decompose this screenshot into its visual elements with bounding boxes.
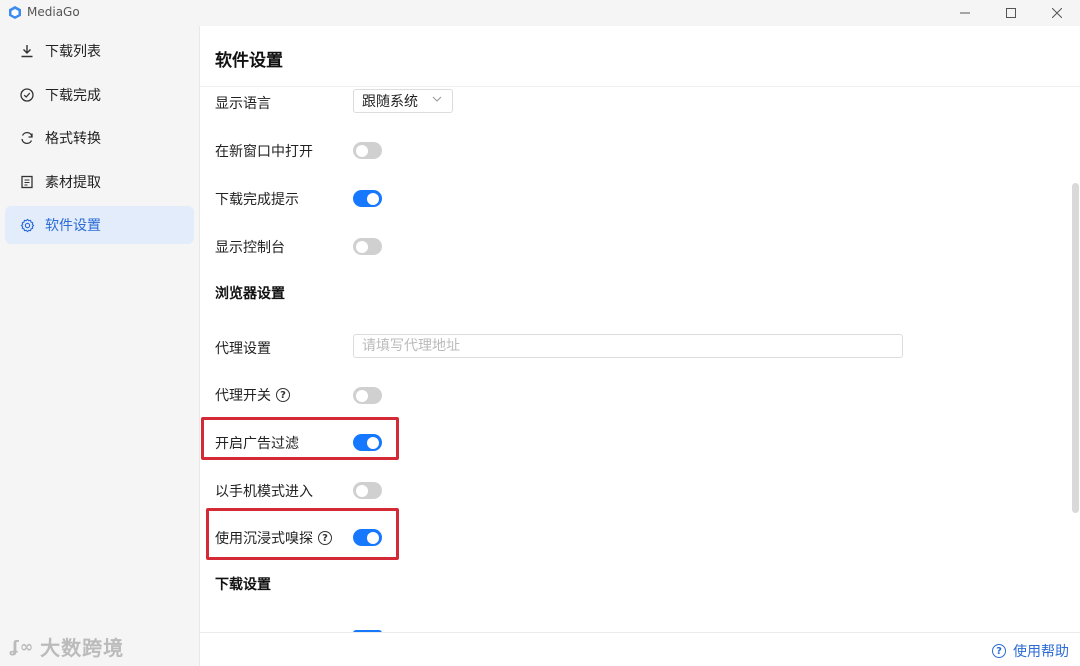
proxy-switch-label: 代理开关 [215,388,271,404]
app-title: MediaGo [27,5,80,19]
watermark-text: 大数跨境 [40,636,125,660]
title-divider [200,86,1080,87]
proxy-input[interactable] [353,334,903,358]
show-console-label: 显示控制台 [215,240,285,256]
question-circle-icon: ? [992,644,1006,658]
help-link[interactable]: ? 使用帮助 [992,641,1069,661]
settings-panel: 软件设置 显示语言 跟随系统 在新窗口中打开 下载完成提示 显示控制台 浏览器设… [199,26,1080,666]
immersive-sniff-label: 使用沉浸式嗅探 [215,531,313,547]
sidebar-item-download-complete[interactable]: 下载完成 [5,76,194,114]
mobile-mode-toggle[interactable] [353,482,382,499]
check-circle-icon [19,87,35,103]
language-select-value: 跟随系统 [362,94,418,110]
ad-filter-label: 开启广告过滤 [215,436,299,452]
title-bar: MediaGo [0,0,1080,26]
watermark-logo-icon: ʆ∞ [10,637,35,656]
refresh-icon [19,130,35,146]
close-button[interactable] [1034,0,1080,26]
sidebar-item-download-list[interactable]: 下载列表 [5,32,194,70]
proxy-switch-toggle[interactable] [353,387,382,404]
watermark: ʆ∞ 大数跨境 [10,632,124,661]
proxy-switch-label-row: 代理开关 ? [215,385,290,405]
minimize-icon [960,12,970,14]
download-complete-notice-label: 下载完成提示 [215,192,299,208]
maximize-button[interactable] [988,0,1034,26]
document-icon [19,174,35,190]
app-logo-icon [9,6,21,19]
download-settings-heading: 下载设置 [215,577,271,593]
ad-filter-toggle[interactable] [353,434,382,451]
browser-settings-heading: 浏览器设置 [215,286,285,302]
sidebar-item-software-settings[interactable]: 软件设置 [5,206,194,244]
sidebar-item-label: 软件设置 [45,218,101,234]
language-select[interactable]: 跟随系统 [353,89,453,113]
immersive-sniff-label-row: 使用沉浸式嗅探 ? [215,528,332,548]
mobile-mode-label: 以手机模式进入 [215,484,313,500]
download-complete-notice-toggle[interactable] [353,190,382,207]
sidebar-item-material-extract[interactable]: 素材提取 [5,163,194,201]
sidebar: 下载列表 下载完成 格式转换 素材提取 软件设置 ʆ∞ 大数跨境 [0,26,199,666]
open-new-window-label: 在新窗口中打开 [215,144,313,160]
sidebar-item-label: 下载完成 [45,88,101,104]
footer: ? 使用帮助 [200,632,1080,666]
help-icon[interactable]: ? [276,388,290,402]
maximize-icon [1006,8,1016,18]
language-label: 显示语言 [215,96,271,112]
help-icon[interactable]: ? [318,531,332,545]
open-new-window-toggle[interactable] [353,142,382,159]
help-link-label: 使用帮助 [1013,644,1069,660]
show-console-toggle[interactable] [353,238,382,255]
download-icon [19,43,35,59]
immersive-sniff-toggle[interactable] [353,529,382,546]
sidebar-item-label: 素材提取 [45,175,101,191]
sidebar-item-label: 格式转换 [45,131,101,147]
chevron-down-icon [432,94,442,107]
minimize-button[interactable] [942,0,988,26]
page-title: 软件设置 [215,51,283,71]
gear-icon [19,217,35,233]
sidebar-item-label: 下载列表 [45,44,101,60]
scrollbar-thumb[interactable] [1072,183,1079,513]
close-icon [1052,8,1062,18]
proxy-label: 代理设置 [215,341,271,357]
sidebar-item-format-convert[interactable]: 格式转换 [5,119,194,157]
